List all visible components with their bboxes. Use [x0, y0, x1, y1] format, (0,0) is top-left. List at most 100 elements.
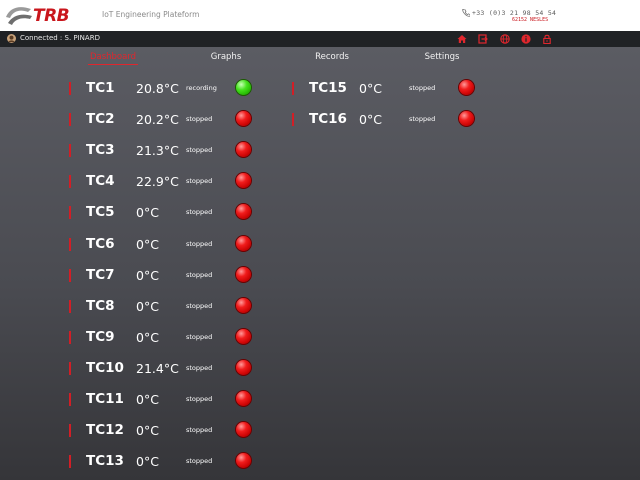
avatar-icon: [7, 34, 16, 43]
sensor-name: TC3: [86, 142, 115, 159]
sensor-name: TC5: [86, 204, 115, 221]
sensor-name: TC15: [309, 80, 347, 96]
globe-icon[interactable]: [500, 34, 510, 44]
tab-records[interactable]: Records: [315, 52, 349, 62]
sensor-temperature: 21.4°C: [136, 360, 179, 376]
sensor-name: TC9: [86, 328, 115, 345]
sensor-name: TC6: [86, 235, 115, 252]
sensor-temperature: 0°C: [136, 298, 159, 314]
sensor-row[interactable]: TC2 20.2°C stopped: [69, 109, 259, 129]
status-bar: Connected : S. PINARD: [0, 31, 640, 47]
stopped-led-icon[interactable]: [236, 173, 251, 189]
logo-text: TRB: [33, 6, 70, 26]
dashboard-panel: Dashboard Graphs Records Settings TC1 20.…: [0, 47, 640, 480]
sensor-temperature: 22.9°C: [136, 174, 179, 190]
sensor-name: TC11: [86, 391, 124, 407]
sensor-name: TC13: [86, 453, 124, 470]
sensor-status: stopped: [186, 457, 213, 466]
trb-logo[interactable]: TRB: [4, 3, 80, 29]
sensor-status: stopped: [186, 115, 213, 124]
sensor-row[interactable]: TC11 0°C stopped: [69, 389, 259, 409]
sensor-name: TC4: [86, 173, 115, 190]
sensor-row[interactable]: TC8 0°C stopped: [69, 296, 259, 316]
sensor-status: stopped: [186, 395, 213, 403]
sensor-temperature: 0°C: [136, 236, 159, 252]
row-marker: [69, 82, 71, 95]
info-icon[interactable]: [521, 34, 531, 44]
tab-graphs[interactable]: Graphs: [211, 52, 242, 62]
home-icon[interactable]: [457, 34, 467, 44]
tab-dashboard[interactable]: Dashboard: [87, 52, 139, 65]
sensor-row[interactable]: TC16 0°C stopped: [292, 109, 482, 129]
sensor-status: stopped: [409, 115, 436, 124]
row-marker: [69, 268, 71, 282]
logo-swoosh-icon: [6, 7, 32, 25]
sensor-name: TC8: [86, 297, 115, 314]
sensor-name: TC7: [86, 266, 115, 283]
sensor-row[interactable]: TC1 20.8°C recording: [69, 78, 259, 98]
sensor-row[interactable]: TC10 21.4°C stopped: [69, 358, 259, 378]
sensor-temperature: 0°C: [359, 112, 382, 128]
row-marker: [69, 393, 71, 406]
phone-number: +33 (0)3 21 98 54 54: [472, 9, 557, 17]
sensor-status: stopped: [186, 363, 213, 372]
sensor-row[interactable]: TC9 0°C stopped: [69, 327, 259, 347]
sensor-name: TC10: [86, 359, 124, 376]
sensor-status: stopped: [186, 177, 213, 186]
sensor-temperature: 21.3°C: [136, 143, 179, 159]
stopped-led-icon[interactable]: [236, 422, 251, 438]
row-marker: [69, 206, 71, 220]
sensor-row[interactable]: TC15 0°C stopped: [292, 78, 482, 98]
stopped-led-icon[interactable]: [459, 80, 474, 95]
sensor-name: TC2: [86, 111, 115, 128]
sensor-temperature: 0°C: [136, 329, 159, 345]
sensor-row[interactable]: TC13 0°C stopped: [69, 451, 259, 471]
sensor-row[interactable]: TC6 0°C stopped: [69, 234, 259, 254]
sensor-temperature: 0°C: [136, 267, 159, 283]
sensor-row[interactable]: TC12 0°C stopped: [69, 420, 259, 440]
row-marker: [69, 455, 71, 469]
stopped-led-icon[interactable]: [236, 359, 251, 375]
sensor-row[interactable]: TC5 0°C stopped: [69, 202, 259, 222]
stopped-led-icon[interactable]: [236, 142, 251, 158]
tab-settings[interactable]: Settings: [425, 52, 460, 62]
stopped-led-icon[interactable]: [236, 111, 251, 127]
stopped-led-icon[interactable]: [459, 111, 474, 127]
sensor-name: TC12: [86, 422, 124, 439]
address: 62152 NESLES: [512, 17, 549, 23]
sensor-temperature: 0°C: [136, 454, 159, 470]
sensor-name: TC16: [309, 111, 347, 128]
sensor-temperature: 0°C: [359, 81, 382, 96]
sensor-status: stopped: [186, 208, 213, 217]
sensor-row[interactable]: TC4 22.9°C stopped: [69, 171, 259, 191]
row-marker: [292, 113, 294, 127]
row-marker: [69, 424, 71, 438]
sensor-temperature: 0°C: [136, 205, 159, 221]
sensor-status: stopped: [186, 426, 213, 435]
row-marker: [69, 144, 71, 158]
stopped-led-icon[interactable]: [236, 391, 251, 406]
phone-icon: [462, 9, 470, 17]
platform-title: IoT Engineering Plateform: [102, 10, 200, 19]
logout-icon[interactable]: [478, 34, 488, 44]
row-marker: [69, 299, 71, 313]
row-marker: [69, 175, 71, 189]
row-marker: [69, 113, 71, 127]
sensor-status: stopped: [186, 239, 213, 248]
row-marker: [69, 330, 71, 344]
stopped-led-icon[interactable]: [236, 297, 251, 313]
sensor-row[interactable]: TC7 0°C stopped: [69, 265, 259, 285]
stopped-led-icon[interactable]: [236, 204, 251, 220]
sensor-row[interactable]: TC3 21.3°C stopped: [69, 140, 259, 160]
sensor-temperature: 0°C: [136, 423, 159, 439]
lock-icon[interactable]: [542, 34, 552, 44]
sensor-temperature: 0°C: [136, 392, 159, 407]
stopped-led-icon[interactable]: [236, 266, 251, 282]
stopped-led-icon[interactable]: [236, 328, 251, 344]
stopped-led-icon[interactable]: [236, 235, 251, 251]
recording-led-icon[interactable]: [236, 80, 251, 95]
sensor-status: stopped: [186, 301, 213, 310]
sensor-status: stopped: [186, 146, 213, 155]
sensor-status: recording: [186, 84, 217, 92]
stopped-led-icon[interactable]: [236, 453, 251, 469]
